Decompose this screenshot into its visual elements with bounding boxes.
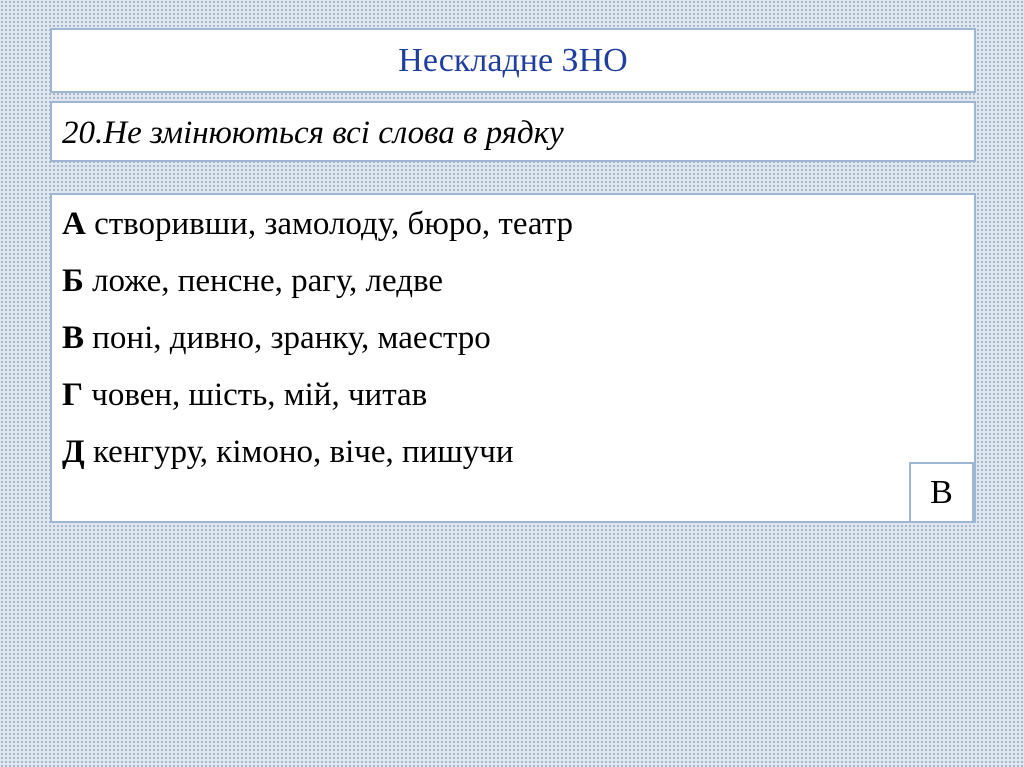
option-letter: А: [62, 206, 86, 242]
answer-box: В: [909, 462, 974, 523]
option-text: човен, шість, мій, читав: [83, 377, 428, 413]
option-d: Д кенгуру, кімоно, віче, пишучи: [62, 433, 573, 490]
option-text: ложе, пенсне, рагу, ледве: [83, 263, 444, 299]
option-letter: Д: [62, 434, 85, 470]
option-letter: Г: [62, 377, 83, 413]
options-list: А створивши, замолоду, бюро, театр Б лож…: [62, 205, 573, 490]
option-a: А створивши, замолоду, бюро, театр: [62, 205, 573, 262]
option-h: Г човен, шість, мій, читав: [62, 376, 573, 433]
option-text: створивши, замолоду, бюро, театр: [85, 206, 573, 242]
option-b: Б ложе, пенсне, рагу, ледве: [62, 262, 573, 319]
question-text: 20.Не змінюються всі слова в рядку: [62, 115, 564, 151]
question-panel: 20.Не змінюються всі слова в рядку: [50, 101, 976, 162]
option-text: поні, дивно, зранку, маестро: [84, 320, 491, 356]
options-panel: А створивши, замолоду, бюро, театр Б лож…: [50, 193, 976, 523]
option-text: кенгуру, кімоно, віче, пишучи: [84, 434, 514, 470]
title-panel: Нескладне ЗНО: [50, 28, 976, 93]
option-letter: Б: [62, 263, 84, 299]
slide-title: Нескладне ЗНО: [398, 42, 628, 79]
option-v: В поні, дивно, зранку, маестро: [62, 319, 573, 376]
option-letter: В: [62, 320, 85, 356]
